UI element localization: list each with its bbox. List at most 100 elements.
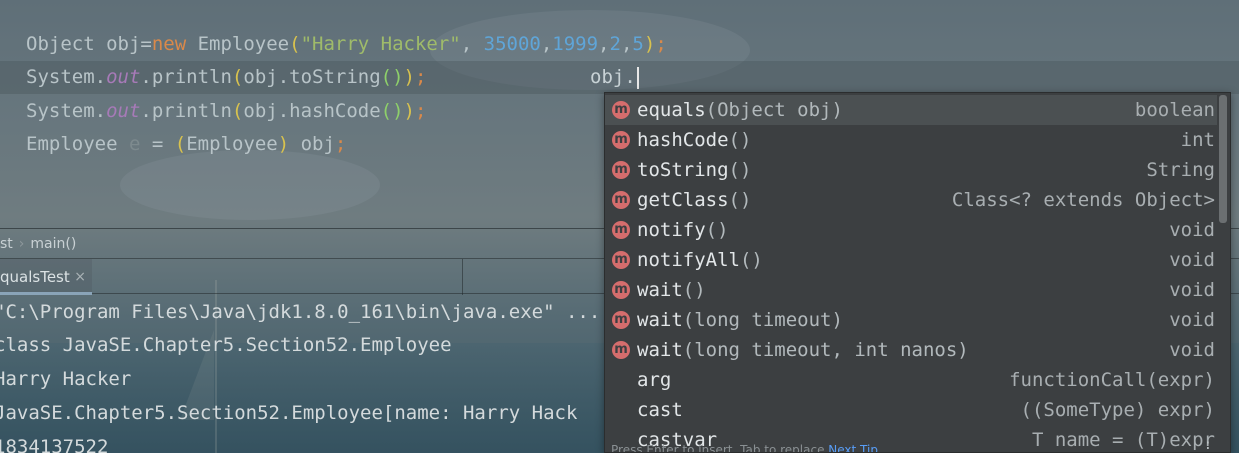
completion-scrollbar[interactable]	[1219, 95, 1227, 223]
item-name-text: cast	[637, 399, 683, 421]
more-options-icon[interactable]: ⋮	[1200, 438, 1216, 452]
method-icon: m	[612, 131, 630, 149]
method-icon: m	[612, 341, 630, 359]
paren-token: )	[277, 133, 290, 155]
completion-item-wait[interactable]: m wait() void	[605, 275, 1217, 305]
completion-item-name: cast	[637, 395, 683, 425]
chevron-right-icon: ›	[18, 236, 25, 252]
paren-token: (	[289, 33, 301, 55]
paren-token: (	[174, 133, 187, 155]
code-token: Employee	[26, 133, 129, 155]
completion-item-name: wait(long timeout, int nanos)	[637, 335, 969, 365]
paren-token: )	[403, 66, 415, 88]
item-name-text: getClass	[637, 189, 729, 211]
code-line-2[interactable]: System.out.println(obj.toString());	[26, 61, 426, 94]
code-line-1[interactable]: Object obj=new Employee("Harry Hacker", …	[26, 28, 667, 61]
breadcrumb-method[interactable]: main()	[30, 236, 76, 252]
item-params-text: ()	[728, 189, 752, 211]
completion-item-type: void	[1169, 339, 1215, 361]
code-token: .println	[140, 100, 232, 122]
item-params-text: ()	[728, 129, 752, 151]
completion-item-name: hashCode()	[637, 125, 751, 155]
semicolon-token: ;	[334, 133, 347, 155]
completion-item-name: toString()	[637, 155, 751, 185]
completion-item-type: ((SomeType) expr)	[1020, 399, 1215, 421]
field-token: out	[106, 100, 141, 122]
completion-item-getclass[interactable]: m getClass() Class<? extends Object>	[605, 185, 1217, 215]
breadcrumb-class[interactable]: st	[0, 236, 13, 252]
completion-item-type: void	[1169, 279, 1215, 301]
console-line: 1834137522	[0, 436, 109, 453]
item-name-text: wait	[637, 339, 683, 361]
completion-item-notifyall[interactable]: m notifyAll() void	[605, 245, 1217, 275]
paren-token: (	[231, 100, 244, 122]
code-token: ,	[598, 33, 610, 55]
next-tip-link[interactable]: Next Tip	[828, 443, 878, 452]
item-params-text: ()	[728, 159, 752, 181]
semicolon-token: ;	[415, 66, 427, 88]
number-token: 2	[609, 33, 621, 55]
field-token: out	[106, 66, 141, 88]
item-name-text: toString	[637, 159, 729, 181]
code-completion-popup[interactable]: m equals(Object obj) boolean m hashCode() int…	[604, 92, 1231, 453]
console-line: Harry Hacker	[0, 368, 132, 390]
completion-item-name: notify()	[637, 215, 729, 245]
item-params-text: (long timeout, int nanos)	[682, 339, 969, 361]
completion-item-notify[interactable]: m notify() void	[605, 215, 1217, 245]
completion-item-type: void	[1169, 249, 1215, 271]
completion-item-type: functionCall(expr)	[1009, 369, 1215, 391]
tab-run-equalstest[interactable]: qualsTest ×	[0, 259, 92, 295]
completion-item-wait[interactable]: m wait(long timeout, int nanos) void	[605, 335, 1217, 365]
console-line: "C:\Program Files\Java\jdk1.8.0_161\bin\…	[0, 301, 601, 323]
number-token: 1999	[552, 33, 599, 55]
method-icon: m	[612, 221, 630, 239]
item-name-text: notify	[637, 219, 706, 241]
code-token: ,	[540, 33, 553, 55]
item-name-text: hashCode	[637, 129, 729, 151]
method-icon: m	[612, 191, 630, 209]
close-icon[interactable]: ×	[74, 259, 86, 292]
completion-item-hashcode[interactable]: m hashCode() int	[605, 125, 1217, 155]
completion-item-wait[interactable]: m wait(long timeout) void	[605, 305, 1217, 335]
item-params-text: (Object obj)	[705, 99, 843, 121]
keyword-token: new	[151, 33, 187, 55]
method-icon: m	[612, 101, 630, 119]
code-token: System.	[26, 66, 107, 88]
completion-item-name: equals(Object obj)	[637, 95, 843, 125]
console-line: JavaSE.Chapter5.Section52.Employee[name:…	[0, 402, 578, 424]
completion-item-type: boolean	[1134, 99, 1215, 121]
paren-token: )	[403, 100, 415, 122]
completion-item-tostring[interactable]: m toString() String	[605, 155, 1217, 185]
unused-variable-token: e	[128, 133, 141, 155]
method-icon: m	[612, 161, 630, 179]
completion-tip: Press Enter to insert, Tab to replace Ne…	[611, 443, 878, 452]
completion-item-type: void	[1169, 219, 1215, 241]
panel-divider	[462, 259, 463, 295]
code-line-4[interactable]: Employee e = (Employee) obj;	[26, 128, 346, 161]
code-token: obj.toString	[243, 66, 381, 88]
code-token: .println	[140, 66, 232, 88]
completion-item-cast[interactable]: cast ((SomeType) expr)	[605, 395, 1217, 425]
code-token: obj	[289, 133, 335, 155]
completion-item-arg[interactable]: arg functionCall(expr)	[605, 365, 1217, 395]
typing-input[interactable]: obj.	[590, 61, 639, 94]
code-token: Object obj=	[26, 33, 152, 55]
completion-item-name: notifyAll()	[637, 245, 763, 275]
completion-item-equals[interactable]: m equals(Object obj) boolean	[605, 95, 1217, 125]
completion-item-name: wait()	[637, 275, 706, 305]
item-name-text: arg	[637, 369, 672, 391]
item-name-text: equals	[637, 99, 706, 121]
method-icon: m	[612, 251, 630, 269]
number-token: 5	[632, 33, 644, 55]
item-params-text: ()	[739, 249, 763, 271]
semicolon-token: ;	[655, 33, 667, 55]
text-caret	[636, 66, 639, 89]
code-token: =	[140, 133, 175, 155]
paren-token: ()	[380, 100, 404, 122]
item-params-text: ()	[705, 219, 729, 241]
code-token: Employee	[186, 133, 278, 155]
code-token: obj.hashCode	[243, 100, 381, 122]
code-line-3[interactable]: System.out.println(obj.hashCode());	[26, 95, 426, 128]
completion-item-type: T name = (T)expr	[1031, 429, 1215, 451]
item-name-text: notifyAll	[637, 249, 740, 271]
